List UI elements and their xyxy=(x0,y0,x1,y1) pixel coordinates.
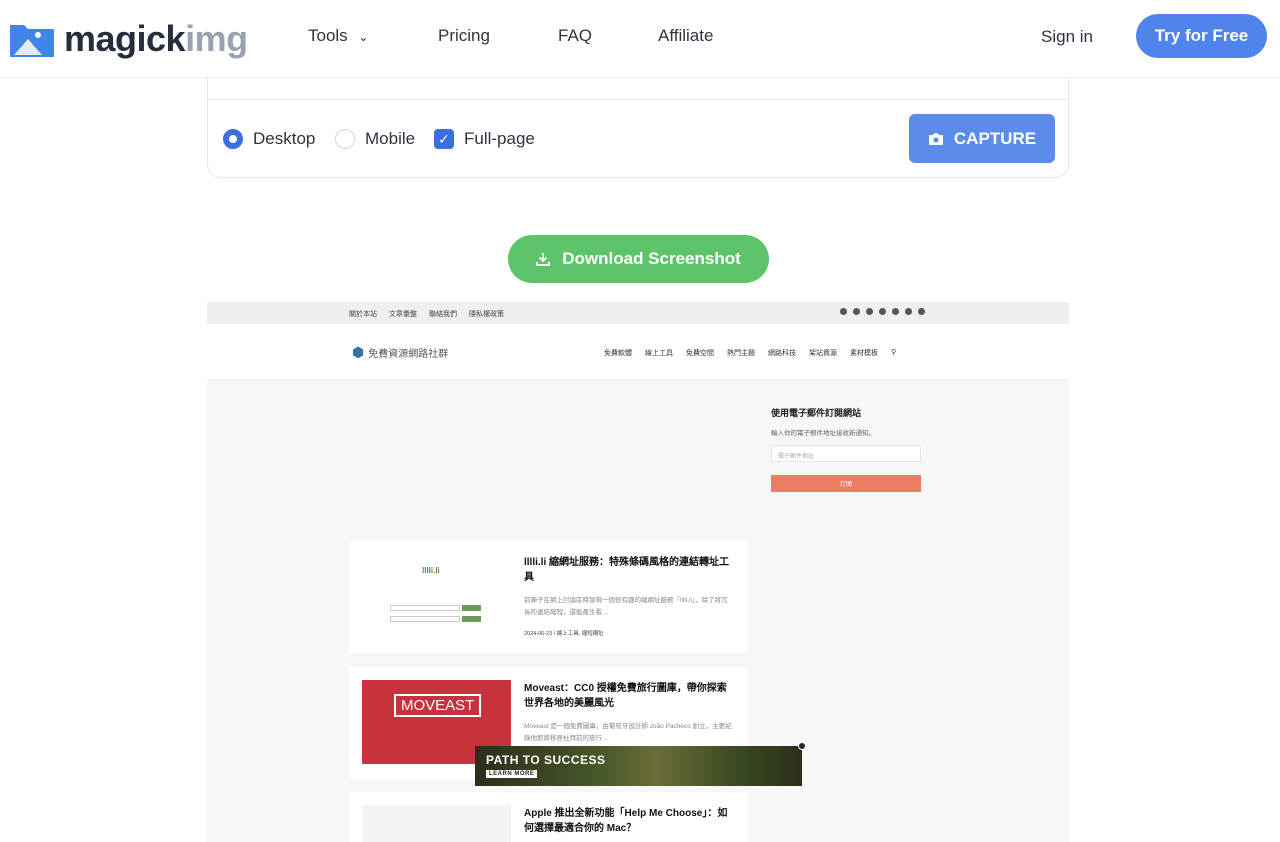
radio-unchecked-icon xyxy=(335,129,355,149)
checkbox-fullpage[interactable]: ✓ Full-page xyxy=(434,129,535,149)
brand-main: magick xyxy=(64,18,186,59)
radio-checked-icon xyxy=(223,129,243,149)
article-card: Apple 推出全新功能「Help Me Choose」：如何選擇最適合你的 M… xyxy=(349,792,748,842)
nav-faq[interactable]: FAQ xyxy=(558,26,592,46)
social-icons xyxy=(840,308,925,315)
checkmark-icon: ✓ xyxy=(434,129,454,149)
divider xyxy=(208,99,1068,100)
preview-menu: 免費軟體 線上工具 免費空間 熱門主題 網路科技 架站資源 素材模板 ⚲ xyxy=(604,349,897,357)
sign-in-link[interactable]: Sign in xyxy=(1041,27,1093,47)
ad-banner[interactable]: PATH TO SUCCESS LEARN MORE xyxy=(475,742,806,786)
download-screenshot-button[interactable]: Download Screenshot xyxy=(508,235,769,283)
try-for-free-button[interactable]: Try for Free xyxy=(1136,14,1267,58)
brand-accent: img xyxy=(185,18,248,59)
article-card: lllli.li lllli.li 縮網址服務：特殊條碼風格的連結轉址工具 前陣… xyxy=(349,541,748,653)
capture-button[interactable]: CAPTURE xyxy=(909,114,1055,163)
close-icon[interactable] xyxy=(798,742,806,750)
nav-pricing[interactable]: Pricing xyxy=(438,26,490,46)
brand-logo[interactable]: magickimg xyxy=(10,18,248,60)
search-icon: ⚲ xyxy=(891,349,897,356)
preview-subscribe: 使用電子郵件訂閱網站 輸入你的電子郵件地址接收新通知。 電子郵件地址 訂閱 xyxy=(771,406,921,492)
article-thumbnail xyxy=(362,805,511,842)
nav-tools[interactable]: Tools ⌄ xyxy=(308,26,368,46)
top-nav: magickimg Tools ⌄ Pricing FAQ Affiliate … xyxy=(0,0,1280,78)
folder-image-icon xyxy=(10,25,54,57)
cube-icon: ⬢ xyxy=(352,344,365,360)
article-thumbnail: lllli.li xyxy=(362,554,511,638)
screenshot-preview: 關於本站 文章彙整 聯絡我們 隱私權政策 ⬢ 免費資源網路社群 免費軟體 線上工具 免費空間… xyxy=(207,302,1069,842)
nav-affiliate[interactable]: Affiliate xyxy=(658,26,713,46)
preview-logo: ⬢ 免費資源網路社群 xyxy=(352,344,449,360)
radio-desktop[interactable]: Desktop xyxy=(223,129,315,149)
download-icon xyxy=(536,253,551,266)
chevron-down-icon: ⌄ xyxy=(358,30,369,44)
camera-icon xyxy=(928,133,943,145)
radio-mobile[interactable]: Mobile xyxy=(335,129,415,149)
